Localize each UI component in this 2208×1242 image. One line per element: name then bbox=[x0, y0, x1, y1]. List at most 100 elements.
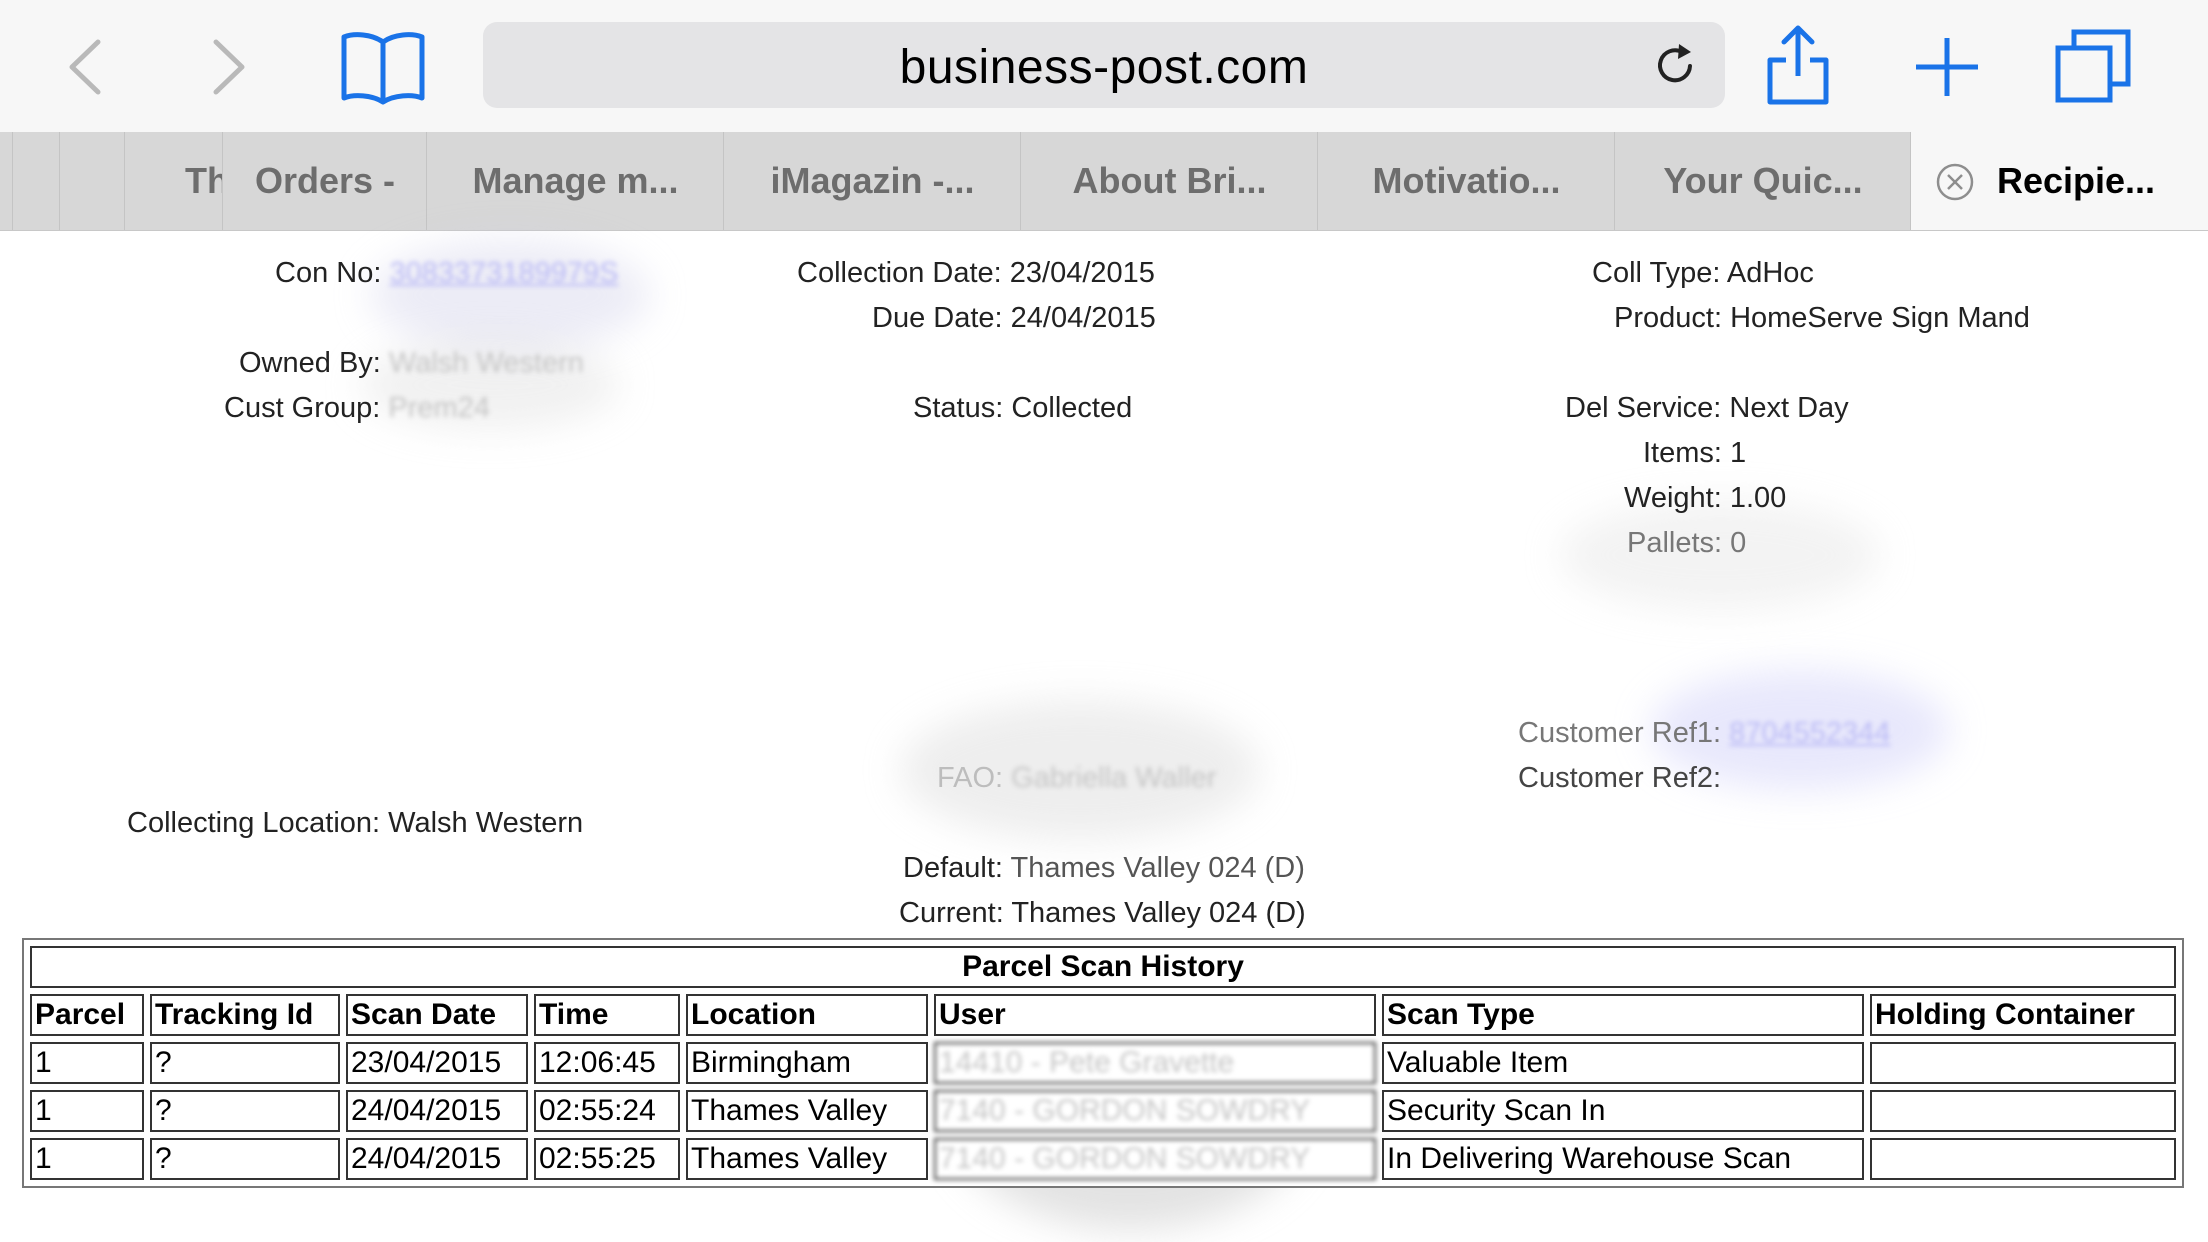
status-field: Status: Collected bbox=[913, 391, 1132, 425]
stacked-tab-edge[interactable] bbox=[59, 132, 125, 230]
collecting-location-label: Collecting Location: bbox=[127, 807, 381, 839]
column-header: Parcel bbox=[30, 994, 144, 1036]
share-icon[interactable] bbox=[1766, 22, 1830, 106]
weight-value: 1.00 bbox=[1729, 482, 1787, 514]
customer-ref1-label: Customer Ref1: bbox=[1518, 717, 1722, 749]
scan-date-cell: 23/04/2015 bbox=[346, 1042, 528, 1084]
collecting-location-value: Walsh Western bbox=[388, 807, 584, 839]
tab-item[interactable]: Manage m... bbox=[426, 132, 724, 230]
tab-label: About Bri... bbox=[1072, 160, 1267, 201]
status-value: Collected bbox=[1011, 392, 1133, 424]
owned-by-label: Owned By: bbox=[239, 347, 381, 379]
user-cell: 7140 - GORDON SOWDRY bbox=[934, 1138, 1376, 1180]
column-header: User bbox=[934, 994, 1376, 1036]
location-cell: Thames Valley bbox=[686, 1138, 928, 1180]
del-service-value: Next Day bbox=[1729, 392, 1849, 424]
con-no-field: Con No: 3083373189979S bbox=[275, 256, 618, 290]
column-header: Location bbox=[686, 994, 928, 1036]
default-depot-label: Default: bbox=[903, 852, 1003, 884]
tab-item[interactable]: Your Quic... bbox=[1614, 132, 1911, 230]
fao-value: Gabriella Waller bbox=[1011, 762, 1217, 794]
coll-type-label: Coll Type: bbox=[1592, 257, 1721, 289]
collection-date-value: 23/04/2015 bbox=[1009, 257, 1155, 289]
user-cell: 14410 - Pete Gravette bbox=[934, 1042, 1376, 1084]
time-cell: 12:06:45 bbox=[534, 1042, 680, 1084]
collection-date-field: Collection Date: 23/04/2015 bbox=[797, 256, 1155, 290]
column-header: Time bbox=[534, 994, 680, 1036]
tab-label: Your Quic... bbox=[1663, 160, 1863, 201]
time-cell: 02:55:24 bbox=[534, 1090, 680, 1132]
customer-ref2-label: Customer Ref2: bbox=[1518, 762, 1722, 794]
tabs-overview-icon[interactable] bbox=[2054, 28, 2134, 104]
bookmarks-book-icon[interactable] bbox=[340, 28, 426, 106]
column-header: Tracking Id bbox=[150, 994, 340, 1036]
customer-ref1-link[interactable]: 8704552344 bbox=[1729, 717, 1890, 749]
scan-type-cell: In Delivering Warehouse Scan bbox=[1382, 1138, 1864, 1180]
close-tab-icon[interactable] bbox=[1935, 162, 1975, 202]
del-service-label: Del Service: bbox=[1565, 392, 1722, 424]
reload-icon[interactable] bbox=[1651, 40, 1701, 90]
product-label: Product: bbox=[1614, 302, 1722, 334]
tracking-id-cell: ? bbox=[150, 1090, 340, 1132]
default-depot-field: Default: Thames Valley 024 (D) bbox=[903, 851, 1305, 885]
tab-strip: Th Orders - Manage m... iMagazin -... Ab… bbox=[0, 132, 2208, 231]
tab-item[interactable]: About Bri... bbox=[1020, 132, 1318, 230]
tab-item[interactable]: Orders - bbox=[222, 132, 427, 230]
default-depot-value: Thames Valley 024 (D) bbox=[1010, 852, 1305, 884]
customer-ref2-field: Customer Ref2: bbox=[1518, 761, 1721, 795]
product-field: Product: HomeServe Sign Mand bbox=[1614, 301, 2030, 335]
holding-container-cell bbox=[1870, 1090, 2176, 1132]
tab-item[interactable]: iMagazin -... bbox=[723, 132, 1021, 230]
location-cell: Birmingham bbox=[686, 1042, 928, 1084]
cust-group-field: Cust Group: Prem24 bbox=[224, 391, 490, 425]
address-bar[interactable]: business-post.com bbox=[483, 22, 1725, 108]
scan-type-cell: Security Scan In bbox=[1382, 1090, 1864, 1132]
items-label: Items: bbox=[1643, 437, 1722, 469]
parcel-scan-history-table: Parcel Scan History Parcel Tracking Id S… bbox=[22, 938, 2184, 1188]
tracking-id-cell: ? bbox=[150, 1138, 340, 1180]
tab-label: Manage m... bbox=[472, 160, 679, 201]
table-row: 1 ? 24/04/2015 02:55:24 Thames Valley 71… bbox=[30, 1090, 2176, 1132]
location-cell: Thames Valley bbox=[686, 1090, 928, 1132]
tab-active[interactable]: Recipie... bbox=[1910, 132, 2208, 230]
stacked-tab-edge[interactable] bbox=[12, 132, 60, 230]
parcel-cell: 1 bbox=[30, 1042, 144, 1084]
current-depot-label: Current: bbox=[899, 897, 1004, 929]
scan-date-cell: 24/04/2015 bbox=[346, 1090, 528, 1132]
cust-group-value: Prem24 bbox=[388, 392, 490, 424]
collecting-location-field: Collecting Location: Walsh Western bbox=[127, 806, 583, 840]
tab-item[interactable]: Motivatio... bbox=[1317, 132, 1615, 230]
tab-label: Th bbox=[185, 160, 223, 201]
tab-item[interactable]: Th bbox=[124, 132, 223, 230]
parcel-cell: 1 bbox=[30, 1090, 144, 1132]
con-no-label: Con No: bbox=[275, 257, 382, 289]
holding-container-cell bbox=[1870, 1138, 2176, 1180]
coll-type-value: AdHoc bbox=[1726, 257, 1814, 289]
items-field: Items: 1 bbox=[1643, 436, 1746, 470]
product-value: HomeServe Sign Mand bbox=[1730, 302, 2030, 334]
owned-by-field: Owned By: Walsh Western bbox=[239, 346, 584, 380]
weight-field: Weight: 1.00 bbox=[1624, 481, 1786, 515]
due-date-field: Due Date: 24/04/2015 bbox=[872, 301, 1156, 335]
table-row: 1 ? 24/04/2015 02:55:25 Thames Valley 71… bbox=[30, 1138, 2176, 1180]
new-tab-plus-icon[interactable] bbox=[1912, 36, 1982, 98]
table-caption-row: Parcel Scan History bbox=[30, 946, 2176, 988]
forward-chevron-icon[interactable] bbox=[208, 36, 252, 98]
items-value: 1 bbox=[1730, 437, 1747, 469]
status-label: Status: bbox=[913, 392, 1004, 424]
holding-container-cell bbox=[1870, 1042, 2176, 1084]
con-no-link[interactable]: 3083373189979S bbox=[389, 257, 618, 289]
owned-by-value: Walsh Western bbox=[388, 347, 584, 379]
scan-date-cell: 24/04/2015 bbox=[346, 1138, 528, 1180]
collection-date-label: Collection Date: bbox=[797, 257, 1002, 289]
fao-label: FAO: bbox=[937, 762, 1004, 794]
due-date-label: Due Date: bbox=[872, 302, 1003, 334]
back-chevron-icon[interactable] bbox=[62, 36, 106, 98]
browser-toolbar: business-post.com bbox=[0, 0, 2208, 132]
coll-type-field: Coll Type: AdHoc bbox=[1592, 256, 1814, 290]
due-date-value: 24/04/2015 bbox=[1010, 302, 1156, 334]
table-header-row: Parcel Tracking Id Scan Date Time Locati… bbox=[30, 994, 2176, 1036]
tracking-id-cell: ? bbox=[150, 1042, 340, 1084]
scan-type-cell: Valuable Item bbox=[1382, 1042, 1864, 1084]
parcel-cell: 1 bbox=[30, 1138, 144, 1180]
